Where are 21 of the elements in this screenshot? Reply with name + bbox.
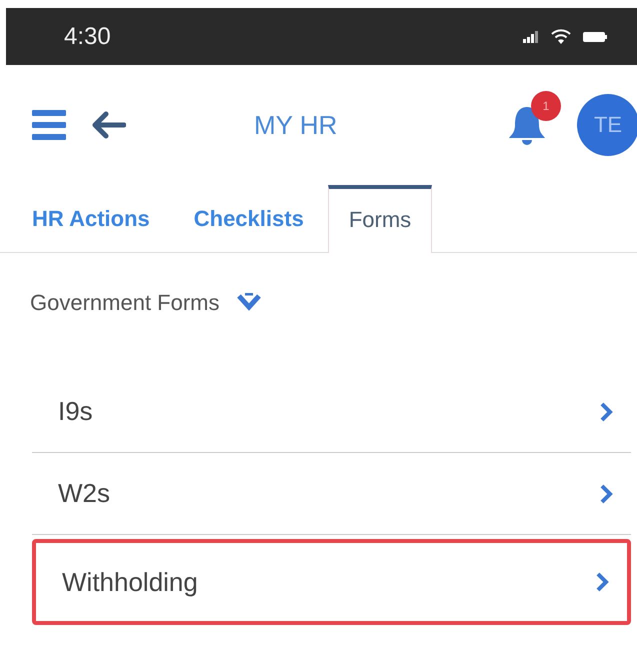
chevron-right-icon: [599, 482, 613, 504]
back-arrow-icon: [92, 111, 126, 139]
notification-badge: 1: [531, 91, 561, 121]
signal-icon: [523, 30, 539, 42]
chevron-right-icon: [599, 400, 613, 422]
chevron-icon: [236, 293, 262, 313]
chevron-right-icon: [595, 571, 609, 593]
tab[interactable]: Checklists: [194, 185, 328, 253]
tab[interactable]: HR Actions: [0, 185, 194, 253]
menu-icon: [32, 108, 66, 142]
form-list-item[interactable]: Withholding: [32, 539, 631, 625]
menu-button[interactable]: [32, 108, 66, 142]
section-dropdown[interactable]: Government Forms: [30, 290, 262, 316]
page-title: MY HR: [253, 110, 338, 140]
back-button[interactable]: [92, 111, 126, 139]
tab[interactable]: Forms: [328, 185, 432, 253]
form-list-item[interactable]: I9s: [32, 371, 631, 453]
status-time: 4:30: [64, 22, 111, 50]
wifi-icon: [551, 28, 571, 44]
battery-icon: [583, 30, 607, 42]
form-list-item[interactable]: W2s: [32, 453, 631, 535]
